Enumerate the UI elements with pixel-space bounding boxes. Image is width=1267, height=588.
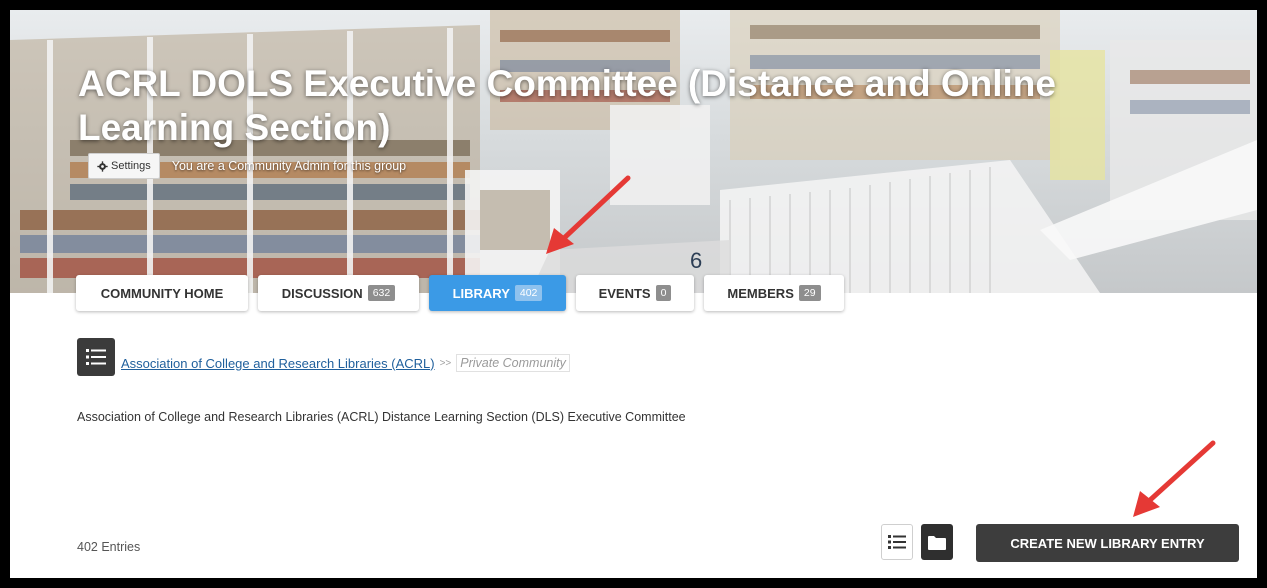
breadcrumb-separator: >>: [439, 357, 452, 369]
breadcrumb-current: Private Community: [456, 354, 570, 372]
tab-members[interactable]: MEMBERS 29: [704, 275, 844, 311]
folder-view-button[interactable]: [921, 524, 953, 560]
tab-label: LIBRARY: [452, 285, 510, 301]
tab-label: DISCUSSION: [281, 285, 363, 301]
admin-row: Settings You are a Community Admin for t…: [88, 153, 406, 179]
tab-label: MEMBERS: [727, 285, 794, 301]
breadcrumb-parent-link[interactable]: Association of College and Research Libr…: [121, 356, 435, 371]
folder-icon: [928, 535, 946, 550]
tab-community-home[interactable]: COMMUNITY HOME: [76, 275, 248, 311]
settings-label: Settings: [111, 160, 151, 172]
admin-status-note: You are a Community Admin for this group: [171, 159, 407, 173]
tab-label: EVENTS: [598, 285, 651, 301]
tab-events[interactable]: EVENTS 0: [576, 275, 694, 311]
events-count-badge: 0: [655, 285, 672, 301]
breadcrumb: Association of College and Research Libr…: [121, 354, 570, 372]
library-count-badge: 402: [514, 285, 543, 301]
community-title-line-2: Learning Section): [78, 107, 391, 148]
entries-count: 402 Entries: [77, 540, 141, 554]
tab-discussion[interactable]: DISCUSSION 632: [258, 275, 419, 311]
arrow-annotation-library: [546, 175, 631, 254]
community-tabs: COMMUNITY HOME DISCUSSION 632 LIBRARY 40…: [76, 275, 854, 311]
community-title: ACRL DOLS Executive Committee (Distance …: [78, 62, 1078, 150]
floor-number-sign: 6: [690, 248, 703, 273]
list-view-button[interactable]: [881, 524, 913, 560]
tab-label: COMMUNITY HOME: [100, 285, 224, 301]
members-count-badge: 29: [798, 285, 821, 301]
arrow-annotation-create: [1133, 440, 1216, 517]
create-library-entry-button[interactable]: CREATE NEW LIBRARY ENTRY: [976, 524, 1239, 562]
gear-icon: [97, 160, 108, 172]
community-description: Association of College and Research Libr…: [77, 410, 686, 424]
community-list-toggle[interactable]: [77, 338, 115, 376]
list-icon: [86, 349, 106, 365]
discussion-count-badge: 632: [367, 285, 396, 301]
settings-button[interactable]: Settings: [88, 153, 160, 179]
page-frame: ACRL DOLS Executive Committee (Distance …: [10, 10, 1257, 578]
community-title-line-1: ACRL DOLS Executive Committee (Distance …: [78, 63, 1056, 104]
tab-library[interactable]: LIBRARY 402: [429, 275, 566, 311]
list-view-icon: [888, 535, 906, 549]
